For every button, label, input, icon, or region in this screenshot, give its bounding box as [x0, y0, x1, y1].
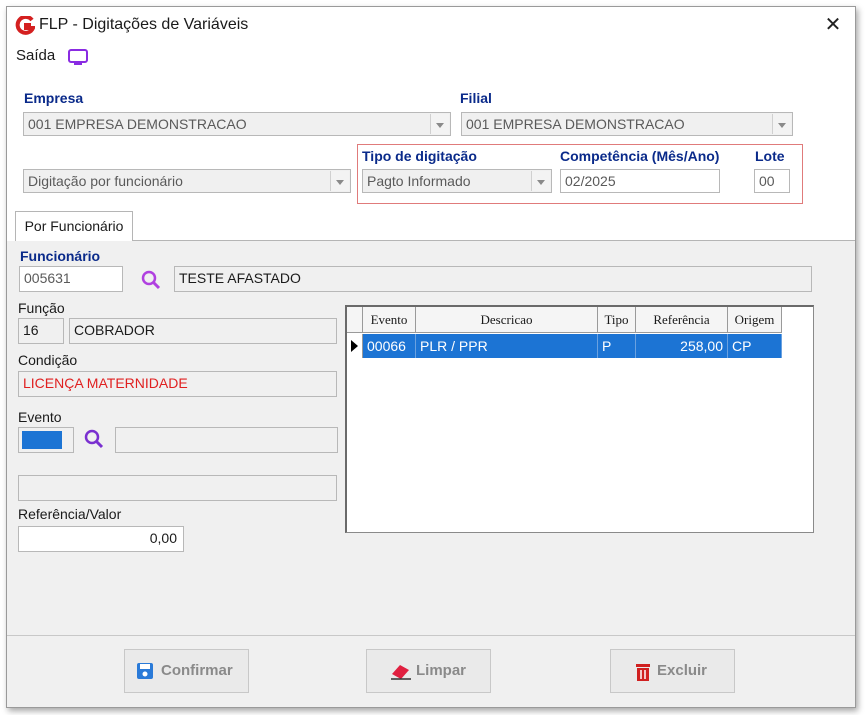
- window-title: FLP - Digitações de Variáveis: [39, 16, 249, 33]
- chevron-down-icon[interactable]: [430, 114, 449, 134]
- grid-cell-evento[interactable]: 00066: [363, 334, 416, 358]
- condicao-label: Condição: [18, 352, 78, 368]
- digitacao-mode-combo[interactable]: Digitação por funcionário: [23, 169, 351, 193]
- monitor-icon[interactable]: [67, 48, 89, 66]
- funcao-label: Função: [18, 300, 65, 316]
- grid-header-evento[interactable]: Evento: [363, 307, 416, 333]
- trash-icon: [636, 664, 650, 681]
- empresa-label: Empresa: [24, 90, 84, 106]
- competencia-label: Competência (Mês/Ano): [560, 148, 720, 164]
- eraser-icon: [391, 665, 411, 680]
- grid-cell-origem[interactable]: CP: [728, 334, 782, 358]
- menu-saida[interactable]: Saída: [16, 47, 55, 64]
- funcao-name-field: COBRADOR: [69, 318, 337, 344]
- row-pointer-icon: [351, 340, 358, 352]
- tipo-digitacao-combo[interactable]: Pagto Informado: [362, 169, 552, 193]
- empresa-value: 001 EMPRESA DEMONSTRACAO: [28, 116, 247, 132]
- lote-input[interactable]: 00: [754, 169, 790, 193]
- evento-description-field: [115, 427, 338, 453]
- eventos-grid[interactable]: Evento Descricao Tipo Referência Origem …: [345, 305, 814, 533]
- grid-cell-referencia[interactable]: 258,00: [636, 334, 728, 358]
- grid-indicator-header: [347, 307, 363, 333]
- grid-header-referencia[interactable]: Referência: [636, 307, 728, 333]
- funcionario-label: Funcionário: [20, 248, 101, 264]
- excluir-button[interactable]: Excluir: [610, 649, 735, 693]
- limpar-label: Limpar: [416, 662, 467, 679]
- referencia-valor-label: Referência/Valor: [18, 506, 122, 522]
- main-window: FLP - Digitações de Variáveis ✕ Saída Em…: [6, 6, 856, 708]
- empresa-combo[interactable]: 001 EMPRESA DEMONSTRACAO: [23, 112, 451, 136]
- tipo-digitacao-value: Pagto Informado: [367, 173, 471, 189]
- condicao-field: LICENÇA MATERNIDADE: [18, 371, 337, 397]
- funcionario-code-input[interactable]: 005631: [19, 266, 123, 292]
- tipo-digitacao-label: Tipo de digitação: [362, 148, 477, 164]
- title-bar: FLP - Digitações de Variáveis ✕: [7, 7, 855, 43]
- save-icon: [137, 663, 153, 679]
- grid-cell-descricao[interactable]: PLR / PPR: [416, 334, 598, 358]
- competencia-input[interactable]: 02/2025: [560, 169, 720, 193]
- app-logo-icon: [15, 16, 35, 35]
- evento-code-selection: [22, 431, 62, 449]
- grid-header-descricao[interactable]: Descricao: [416, 307, 598, 333]
- evento-label: Evento: [18, 409, 62, 425]
- chevron-down-icon[interactable]: [531, 171, 550, 191]
- lote-label: Lote: [755, 148, 785, 164]
- grid-header-origem[interactable]: Origem: [728, 307, 782, 333]
- filial-combo[interactable]: 001 EMPRESA DEMONSTRACAO: [461, 112, 793, 136]
- chevron-down-icon[interactable]: [772, 114, 791, 134]
- excluir-label: Excluir: [657, 662, 708, 679]
- confirmar-label: Confirmar: [161, 662, 233, 679]
- row-indicator: [347, 334, 363, 358]
- funcao-code-field: 16: [18, 318, 64, 344]
- funcionario-name-field: TESTE AFASTADO: [174, 266, 812, 292]
- grid-cell-tipo[interactable]: P: [598, 334, 636, 358]
- referencia-valor-input[interactable]: 0,00: [18, 526, 184, 552]
- filial-value: 001 EMPRESA DEMONSTRACAO: [466, 116, 685, 132]
- tab-por-funcionario[interactable]: Por Funcionário: [15, 211, 133, 241]
- digitacao-mode-value: Digitação por funcionário: [28, 173, 183, 189]
- evento-code-input[interactable]: [18, 427, 74, 453]
- chevron-down-icon[interactable]: [330, 171, 349, 191]
- close-button[interactable]: ✕: [819, 13, 847, 37]
- grid-header-tipo[interactable]: Tipo: [598, 307, 636, 333]
- limpar-button[interactable]: Limpar: [366, 649, 491, 693]
- confirmar-button[interactable]: Confirmar: [124, 649, 249, 693]
- search-icon[interactable]: [83, 428, 105, 450]
- evento-extra-field: [18, 475, 337, 501]
- filial-label: Filial: [460, 90, 492, 106]
- search-icon[interactable]: [140, 269, 162, 291]
